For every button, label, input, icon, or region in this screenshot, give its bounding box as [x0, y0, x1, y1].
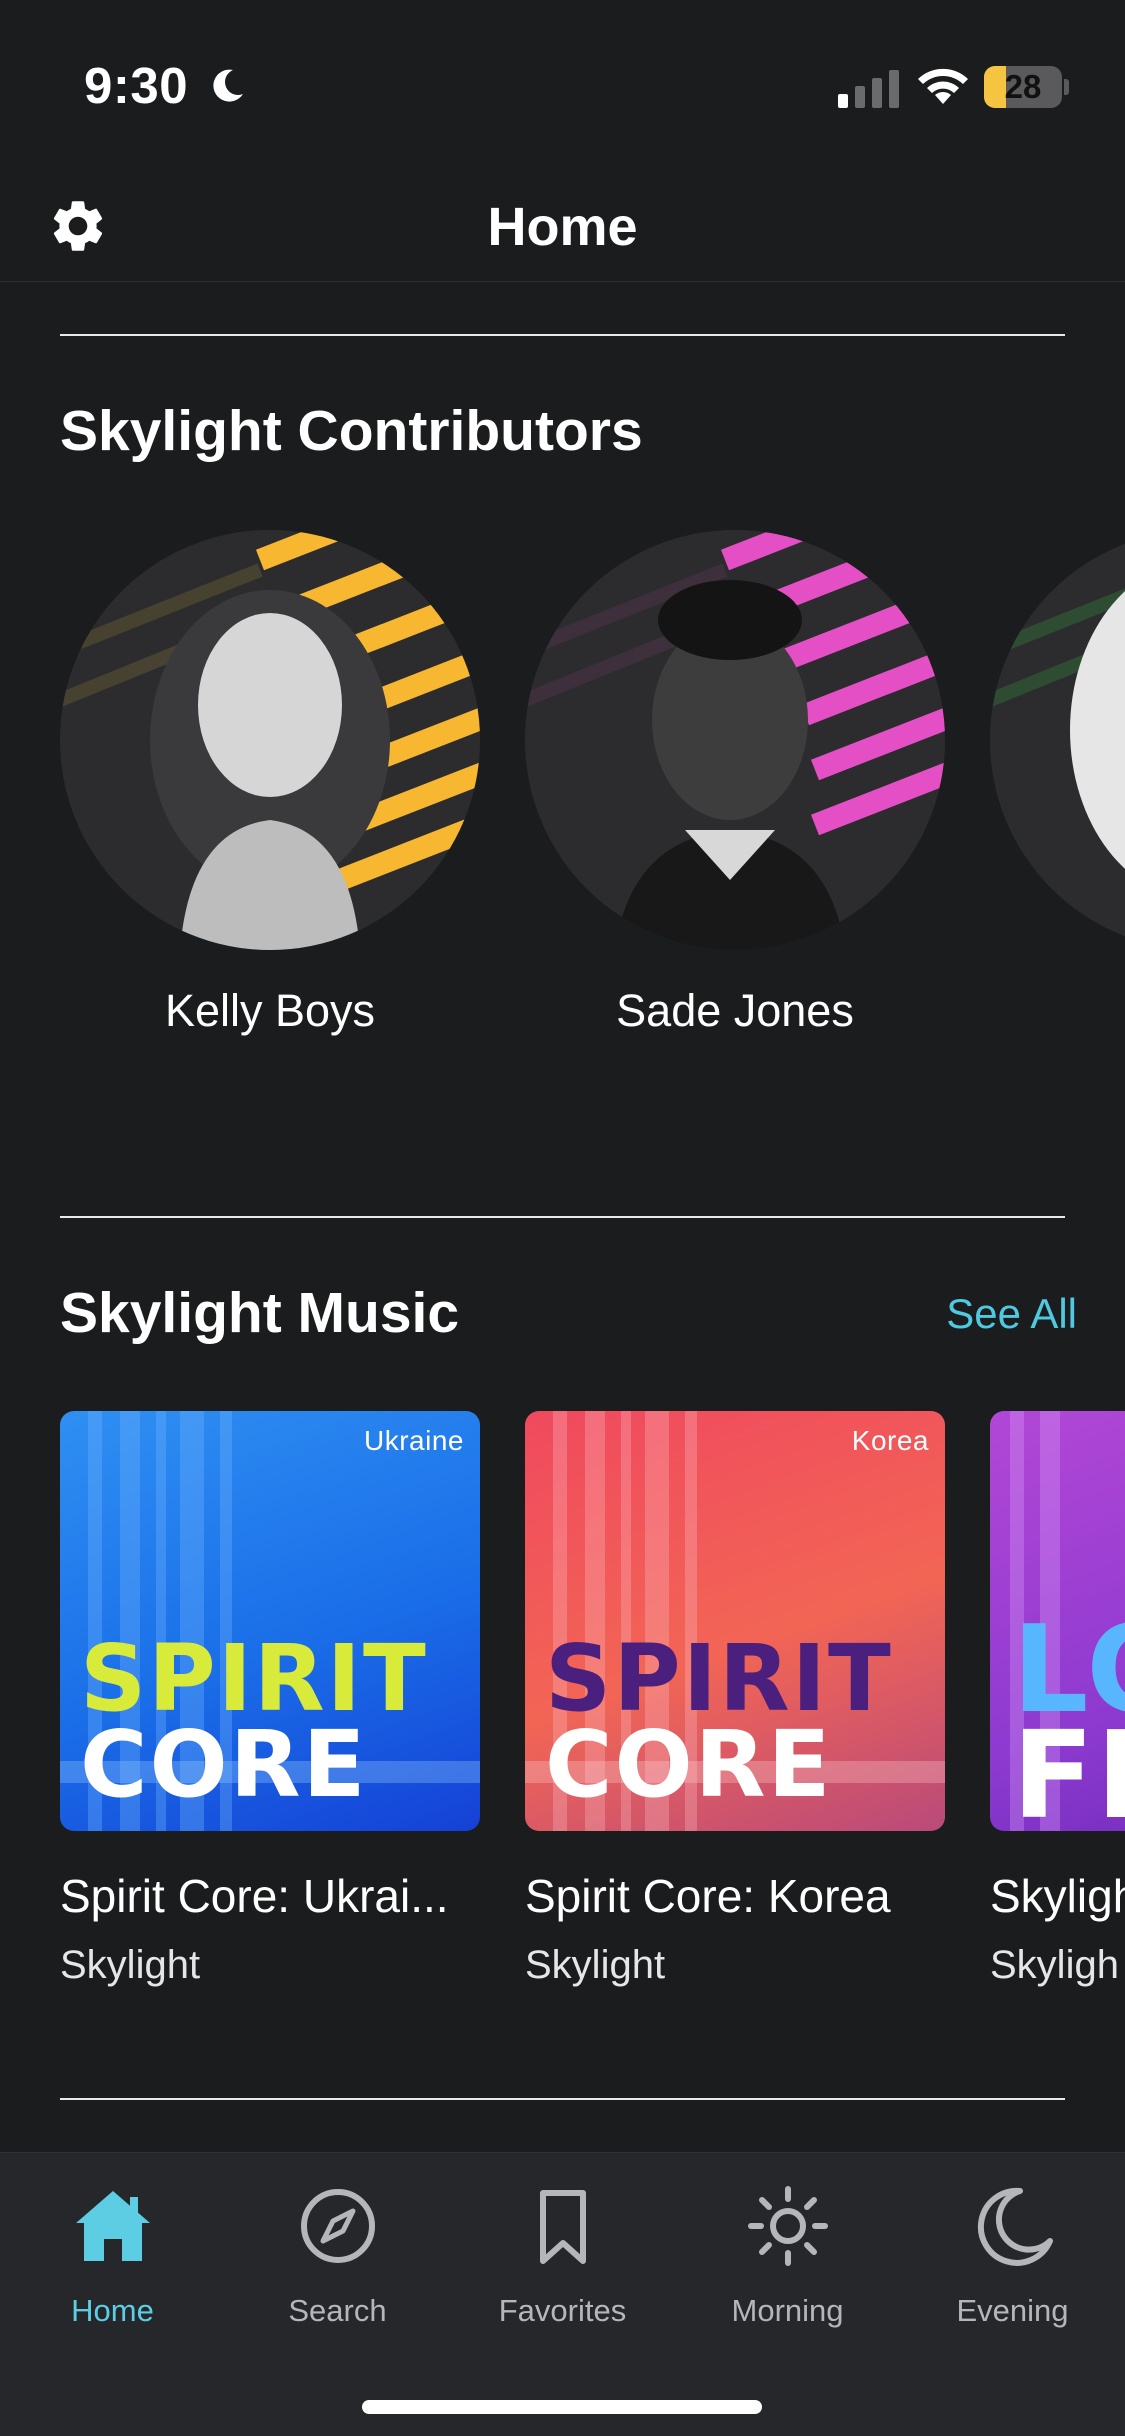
tab-label: Search	[288, 2293, 387, 2328]
album-art: Ukraine SPIRIT CORE	[60, 1411, 480, 1831]
music-title: Spirit Core: Korea	[525, 1870, 891, 1922]
music-artist: Skyligh	[990, 1943, 1119, 1987]
page-title: Home	[487, 197, 638, 257]
music-card[interactable]: Korea SPIRIT CORE Spirit Core: Korea Sky…	[525, 1411, 945, 1987]
album-word-bottom: CORE	[80, 1711, 368, 1818]
contributor-name: Kelly Boys	[164, 985, 376, 1036]
wifi-icon	[918, 68, 968, 104]
tab-evening[interactable]: Evening	[900, 2153, 1125, 2353]
status-time: 9:30	[84, 57, 189, 114]
status-bar: 9:30 28	[0, 0, 1125, 170]
tab-label: Home	[71, 2293, 154, 2328]
contributors-section-title: Skylight Contributors	[60, 399, 643, 463]
moon-icon	[977, 2187, 1053, 2266]
contributor-avatar	[60, 530, 480, 950]
home-screen: 9:30 28 Home Skylight Contributors Kelly…	[0, 0, 1125, 2436]
contributor-card[interactable]: Re	[990, 530, 1125, 950]
avatar-illustration	[525, 530, 945, 950]
house-icon	[76, 2191, 150, 2261]
contributor-card[interactable]: Kelly Boys	[60, 530, 480, 1036]
album-word-bottom: CORE	[545, 1711, 833, 1818]
nav-header: Home	[0, 170, 1125, 282]
contributor-name: Re	[990, 985, 1125, 1037]
album-art: LO FI	[990, 1411, 1125, 1831]
contributor-avatar	[525, 530, 945, 950]
album-art: Korea SPIRIT CORE	[525, 1411, 945, 1831]
tab-home[interactable]: Home	[0, 2153, 225, 2353]
compass-icon	[301, 2189, 375, 2263]
sun-icon	[748, 2186, 828, 2266]
bookmark-icon	[540, 2190, 586, 2264]
battery-body: 28	[984, 66, 1062, 108]
tab-label: Morning	[731, 2293, 844, 2328]
music-title: Skyligh	[990, 1870, 1125, 1922]
see-all-link[interactable]: See All	[946, 1290, 1077, 1338]
music-title: Spirit Core: Ukrai...	[60, 1870, 449, 1922]
music-section-title: Skylight Music	[60, 1281, 460, 1345]
battery-tip	[1064, 79, 1069, 95]
music-artist: Skylight	[60, 1943, 201, 1987]
tab-morning[interactable]: Morning	[675, 2153, 900, 2353]
music-artist: Skylight	[525, 1943, 666, 1987]
contributor-card[interactable]: Sade Jones	[525, 530, 945, 1036]
album-region-label: Ukraine	[364, 1425, 464, 1456]
tab-favorites[interactable]: Favorites	[450, 2153, 675, 2353]
avatar-illustration	[60, 530, 480, 950]
contributor-avatar	[990, 530, 1125, 950]
album-region-label: Korea	[851, 1425, 929, 1456]
cellular-signal-icon	[838, 70, 899, 108]
tab-label: Favorites	[498, 2293, 627, 2328]
section-divider	[60, 1216, 1065, 1218]
avatar-illustration	[990, 530, 1125, 950]
do-not-disturb-moon-icon	[213, 69, 243, 102]
home-indicator	[362, 2400, 762, 2414]
tab-label: Evening	[956, 2293, 1069, 2328]
album-word-bottom: FI	[1012, 1707, 1125, 1832]
tab-bar: Home Search Favorites Morning Evening	[0, 2152, 1125, 2436]
music-card[interactable]: LO FI Skyligh Skyligh	[990, 1411, 1125, 1987]
battery-level: 28	[1004, 68, 1042, 105]
section-divider	[60, 2098, 1065, 2100]
battery-indicator: 28	[984, 66, 1069, 108]
tab-search[interactable]: Search	[225, 2153, 450, 2353]
music-card[interactable]: Ukraine SPIRIT CORE Spirit Core: Ukrai..…	[60, 1411, 480, 1987]
section-divider	[60, 334, 1065, 336]
contributor-name: Sade Jones	[616, 985, 854, 1036]
